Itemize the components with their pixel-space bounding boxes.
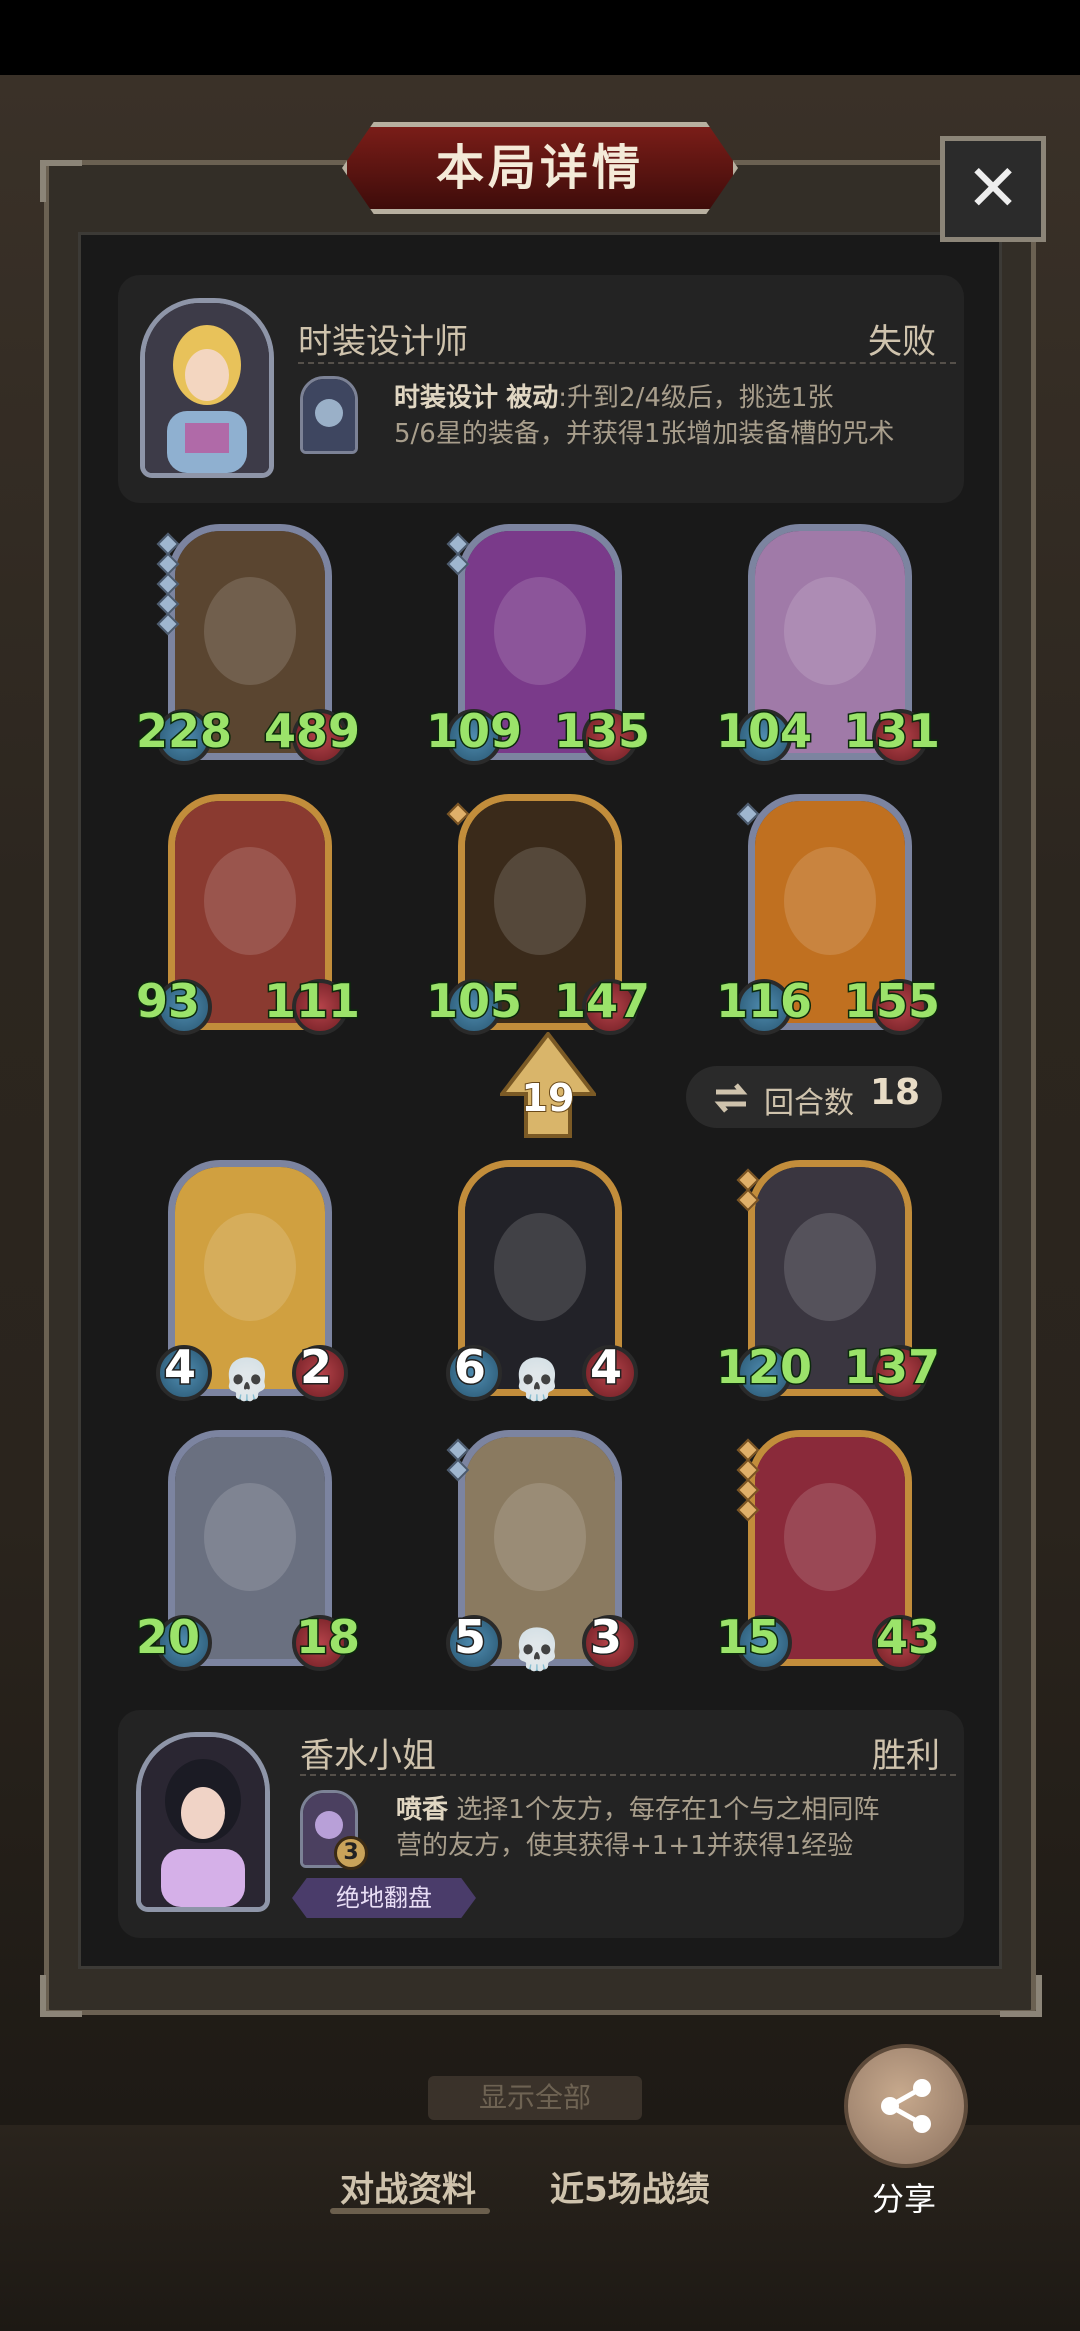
opponent-unit-card[interactable]: 116 155 xyxy=(714,794,942,1044)
health-value: 4 xyxy=(588,1339,623,1396)
health-value: 489 xyxy=(262,703,361,760)
star-pip xyxy=(736,1188,760,1212)
player-unit-card[interactable]: 💀 6 4 xyxy=(438,1160,638,1410)
opponent-unit-card[interactable]: 105 147 xyxy=(424,794,652,1044)
health-value: 2 xyxy=(298,1339,333,1396)
star-pip xyxy=(446,1458,470,1482)
attack-value: 105 xyxy=(424,973,523,1030)
skull-icon: 💀 xyxy=(222,1357,272,1403)
star-pips xyxy=(156,532,180,636)
star-pips xyxy=(736,1438,760,1522)
health-value: 43 xyxy=(874,1609,941,1666)
opponent-unit-card[interactable]: 93 111 xyxy=(134,794,362,1044)
opponent-skill-desc: 时装设计 被动:升到2/4级后，挑选1张 5/6星的装备，并获得1张增加装备槽的… xyxy=(394,383,895,449)
opponent-name: 时装设计师 xyxy=(298,322,468,362)
health-value: 111 xyxy=(262,973,361,1030)
round-label: 回合数 xyxy=(764,1086,854,1121)
star-pip xyxy=(446,552,470,576)
star-pip xyxy=(736,802,760,826)
star-pip xyxy=(156,612,180,636)
round-value: 18 xyxy=(870,1072,921,1113)
health-value: 147 xyxy=(552,973,651,1030)
level-number: 19 xyxy=(521,1075,576,1121)
opponent-unit-card[interactable]: 104 131 xyxy=(714,524,942,774)
status-bar-area xyxy=(0,0,1080,75)
star-pip xyxy=(736,1498,760,1522)
star-pips xyxy=(736,1168,760,1212)
attack-value: 116 xyxy=(714,973,813,1030)
tab-underline xyxy=(330,2208,490,2214)
corner-ornament xyxy=(40,160,82,202)
health-value: 137 xyxy=(842,1339,941,1396)
player-unit-card[interactable]: 💀 5 3 xyxy=(438,1430,638,1680)
health-value: 155 xyxy=(842,973,941,1030)
skill-level-badge: 3 xyxy=(334,1836,368,1870)
attack-value: 109 xyxy=(424,703,523,760)
player-result: 胜利 xyxy=(872,1736,940,1776)
comeback-badge: 绝地翻盘 xyxy=(292,1878,476,1918)
star-pips xyxy=(446,802,470,826)
show-all-button[interactable]: 显示全部 xyxy=(428,2076,642,2120)
player-unit-card[interactable]: 15 43 xyxy=(714,1430,942,1680)
opponent-skill-icon xyxy=(300,376,358,454)
opponent-result: 失败 xyxy=(868,322,936,362)
skull-icon: 💀 xyxy=(512,1627,562,1673)
health-value: 3 xyxy=(588,1609,623,1666)
corner-ornament xyxy=(1000,1975,1042,2017)
star-pips xyxy=(736,802,760,826)
share-label: 分享 xyxy=(872,2180,937,2218)
player-portrait xyxy=(136,1732,270,1912)
star-pips xyxy=(446,532,470,576)
attack-value: 15 xyxy=(714,1609,781,1666)
attack-value: 228 xyxy=(134,703,233,760)
skull-icon: 💀 xyxy=(512,1357,562,1403)
opponent-portrait xyxy=(140,298,274,478)
attack-value: 120 xyxy=(714,1339,813,1396)
share-button[interactable] xyxy=(844,2044,968,2168)
player-unit-card[interactable]: 💀 4 2 xyxy=(148,1160,348,1410)
opponent-unit-card[interactable]: 109 135 xyxy=(424,524,652,774)
tab-battle-data[interactable]: 对战资料 xyxy=(340,2162,476,2211)
player-skill-desc: 喷香 选择1个友方，每存在1个与之相同阵 营的友方，使其获得+1+1并获得1经验 xyxy=(396,1795,880,1861)
attack-value: 20 xyxy=(134,1609,201,1666)
corner-ornament xyxy=(40,1975,82,2017)
divider xyxy=(300,1774,956,1776)
attack-value: 6 xyxy=(452,1339,487,1396)
divider xyxy=(298,362,956,364)
player-unit-card[interactable]: 20 18 xyxy=(134,1430,362,1680)
health-value: 131 xyxy=(842,703,941,760)
attack-value: 104 xyxy=(714,703,813,760)
player-name: 香水小姐 xyxy=(300,1736,436,1776)
health-value: 135 xyxy=(552,703,651,760)
star-pip xyxy=(446,802,470,826)
player-unit-card[interactable]: 120 137 xyxy=(714,1160,942,1410)
tab-recent-5[interactable]: 近5场战绩 xyxy=(550,2162,710,2211)
opponent-unit-card[interactable]: 228 489 xyxy=(134,524,362,774)
attack-value: 93 xyxy=(134,973,201,1030)
page-title: 本局详情 xyxy=(435,140,644,196)
share-icon xyxy=(881,2079,931,2133)
close-button[interactable]: ✕ xyxy=(940,136,1046,242)
attack-value: 5 xyxy=(452,1609,487,1666)
swap-icon xyxy=(714,1083,748,1113)
health-value: 18 xyxy=(294,1609,361,1666)
close-icon: ✕ xyxy=(966,152,1020,226)
attack-value: 4 xyxy=(162,1339,197,1396)
star-pips xyxy=(446,1438,470,1482)
